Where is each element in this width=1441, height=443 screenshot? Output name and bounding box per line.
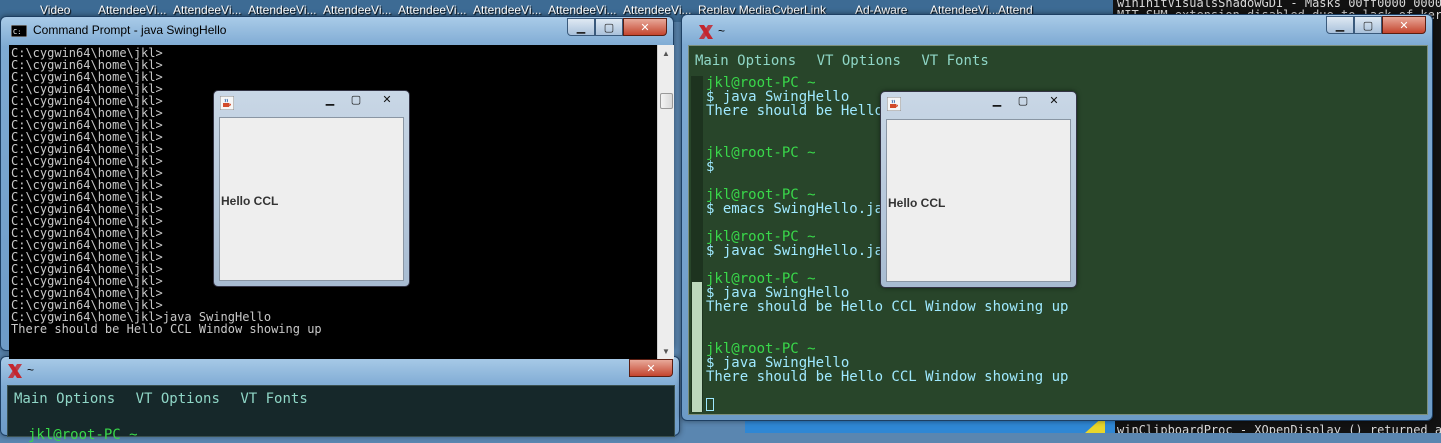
window-title: ~ xyxy=(27,363,35,377)
swing-hello-window-left[interactable]: ▁ ▢ ✕ Hello CCL xyxy=(213,90,410,287)
console-output-line: There should be Hello CCL Window showing… xyxy=(11,322,322,336)
minimize-button[interactable]: ▁ xyxy=(984,92,1010,108)
swing-content-pane: Hello CCL xyxy=(886,119,1071,282)
minimize-button[interactable]: ▁ xyxy=(1326,16,1354,34)
titlebar[interactable]: C: Command Prompt - java SwingHello ▁ ▢ … xyxy=(1,17,673,45)
scroll-down-arrow-icon[interactable]: ▼ xyxy=(658,343,674,359)
xterm-scrollbar[interactable] xyxy=(691,76,703,412)
terminal-line: There should be Hello CCL Window showing… xyxy=(706,369,1069,385)
terminal-line: $ java SwingHello xyxy=(706,89,850,105)
close-button[interactable]: ✕ xyxy=(629,359,673,377)
close-button[interactable]: ✕ xyxy=(623,18,667,36)
terminal-line: jkl@root-PC ~ xyxy=(706,341,816,357)
menu-vt-options[interactable]: VT Options xyxy=(136,391,220,407)
menu-vt-fonts[interactable]: VT Fonts xyxy=(921,53,988,69)
taskbar-item[interactable]: AttendeeVi... xyxy=(323,3,392,17)
close-button[interactable]: ✕ xyxy=(1382,16,1426,34)
close-button[interactable]: ✕ xyxy=(1036,92,1072,108)
window-title: ~ xyxy=(718,24,726,38)
titlebar[interactable]: ~ ✕ xyxy=(1,357,679,385)
taskbar-item[interactable]: AttendeeVi... xyxy=(248,3,317,17)
terminal-line: jkl@root-PC ~ xyxy=(706,75,816,91)
maximize-button[interactable]: ▢ xyxy=(1010,92,1036,108)
terminal-line: jkl@root-PC ~ xyxy=(28,427,138,443)
terminal-line: $ emacs SwingHello.java xyxy=(706,201,900,217)
svg-text:C:: C: xyxy=(13,28,21,36)
bg-terminal-line: winClipboardProc - XOpenDisplay () retur… xyxy=(1117,423,1441,433)
terminal-line: jkl@root-PC ~ xyxy=(706,229,816,245)
taskbar-item[interactable]: AttendeeVi... xyxy=(548,3,617,17)
menu-main-options[interactable]: Main Options xyxy=(695,53,796,69)
maximize-button[interactable]: ▢ xyxy=(343,91,369,107)
close-button[interactable]: ✕ xyxy=(369,91,405,107)
minimize-button[interactable]: ▁ xyxy=(567,18,595,36)
java-cup-icon xyxy=(887,97,901,111)
terminal-line: jkl@root-PC ~ xyxy=(706,187,816,203)
titlebar[interactable]: ~ ▁ ▢ ✕ xyxy=(682,15,1432,43)
minimize-button[interactable]: ▁ xyxy=(317,91,343,107)
menu-main-options[interactable]: Main Options xyxy=(14,391,115,407)
scroll-up-arrow-icon[interactable]: ▲ xyxy=(658,45,674,61)
terminal-line: $ java SwingHello xyxy=(706,285,850,301)
taskbar-item[interactable]: AttendeeVi... xyxy=(398,3,467,17)
terminal-line: $ javac SwingHello.java xyxy=(706,243,900,259)
taskbar-item[interactable]: AttendeeVi... xyxy=(98,3,167,17)
command-prompt-icon: C: xyxy=(11,25,27,37)
menu-bar: Main Options VT Options VT Fonts xyxy=(14,391,320,407)
taskbar-item[interactable]: AttendeeVi... xyxy=(473,3,542,17)
java-cup-icon xyxy=(220,96,234,110)
menu-vt-fonts[interactable]: VT Fonts xyxy=(240,391,307,407)
vertical-scrollbar[interactable]: ▲ ▼ xyxy=(657,45,674,359)
hello-label: Hello CCL xyxy=(888,196,946,210)
scroll-thumb[interactable] xyxy=(692,282,702,412)
window-title: Command Prompt - java SwingHello xyxy=(33,23,227,37)
x-logo-icon xyxy=(8,364,22,378)
scroll-thumb[interactable] xyxy=(660,93,673,109)
menu-bar: Main Options VT Options VT Fonts xyxy=(695,53,1001,69)
maximize-button[interactable]: ▢ xyxy=(595,18,623,36)
taskbar-item[interactable]: Video xyxy=(40,3,70,17)
maximize-button[interactable]: ▢ xyxy=(1354,16,1382,34)
hello-label: Hello CCL xyxy=(221,194,279,208)
terminal-line: $ java SwingHello xyxy=(706,355,850,371)
taskbar-item[interactable]: AttendeeVi... xyxy=(173,3,242,17)
x-logo-icon xyxy=(699,25,713,39)
menu-vt-options[interactable]: VT Options xyxy=(817,53,901,69)
terminal-line: jkl@root-PC ~ xyxy=(706,271,816,287)
terminal-line: $ xyxy=(706,159,715,175)
xterm-bottom-window[interactable]: ~ ✕ Main Options VT Options VT Fonts jkl… xyxy=(0,356,680,442)
swing-content-pane: Hello CCL xyxy=(219,117,404,281)
terminal-line: jkl@root-PC ~ xyxy=(706,145,816,161)
swing-hello-window-right[interactable]: ▁ ▢ ✕ Hello CCL xyxy=(880,91,1077,288)
text-cursor xyxy=(706,398,714,411)
terminal-line: There should be Hello CCL Window showing… xyxy=(706,299,1069,315)
